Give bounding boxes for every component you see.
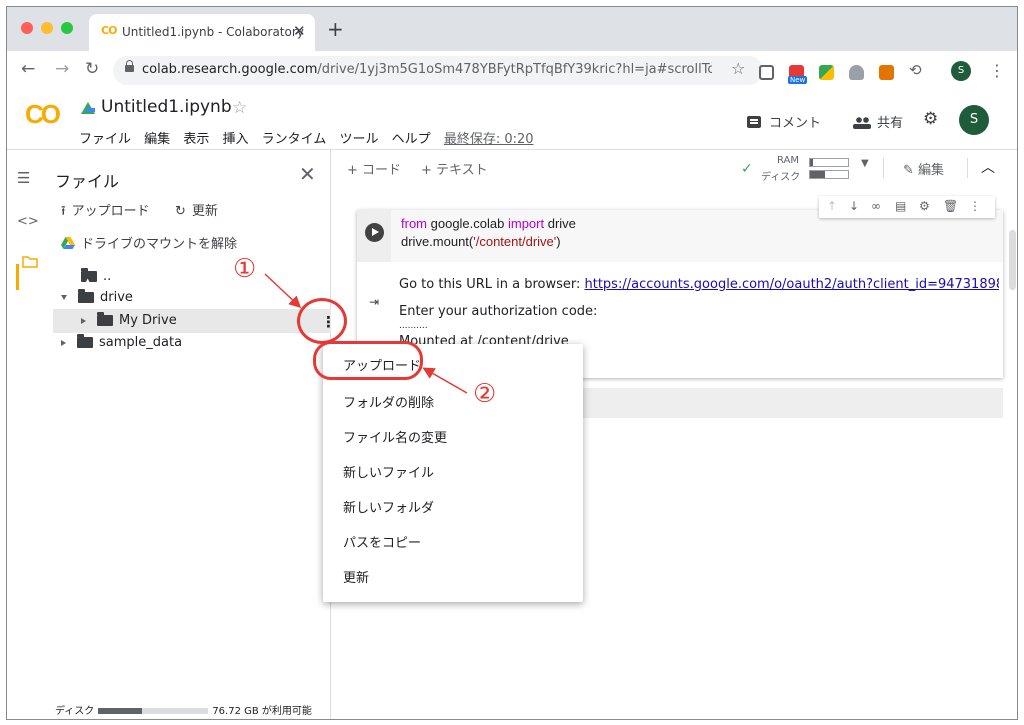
annotation-arrow-1 xyxy=(264,273,302,309)
browser-window: CO Untitled1.ipynb - Colaboratory ✕ + ← … xyxy=(6,6,1018,720)
annotation-arrows xyxy=(264,273,468,394)
annotation-arrow-2 xyxy=(422,367,468,394)
